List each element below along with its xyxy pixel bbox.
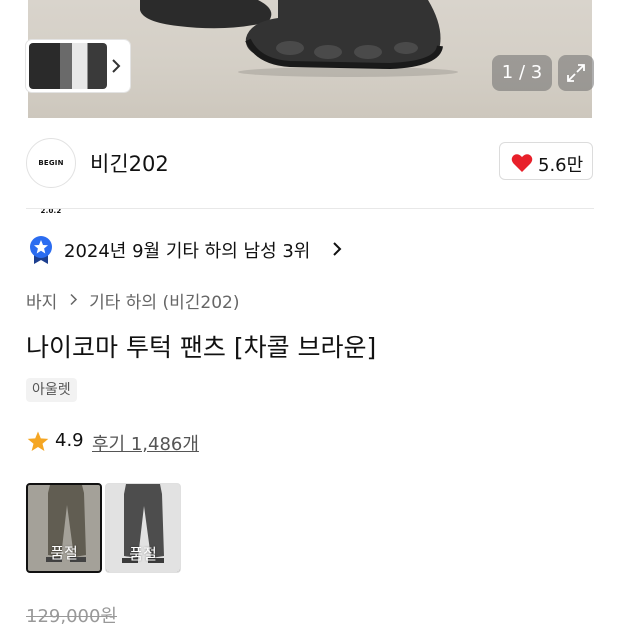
color-option-black[interactable]: 품절 [105, 483, 181, 573]
outlet-tag: 아울렛 [26, 378, 77, 402]
brand-logo[interactable]: BEGIN 2.0.2 [26, 138, 76, 215]
star-icon [27, 431, 49, 451]
product-title: 나이코마 투턱 팬츠 [차콜 브라운] [26, 333, 377, 362]
gallery-thumbnail-strip[interactable] [26, 40, 130, 92]
gallery-thumbnail[interactable] [29, 43, 107, 89]
review-count-link[interactable]: 후기 1,486개 [92, 430, 199, 456]
heart-icon [511, 154, 533, 172]
chevron-right-icon[interactable] [331, 241, 343, 257]
original-price: 129,000원 [26, 606, 117, 627]
breadcrumb-subcategory[interactable]: 기타 하의 (비긴202) [89, 293, 239, 313]
color-option-charcoal-brown[interactable]: 품절 [26, 483, 102, 573]
sold-out-label: 품절 [129, 545, 157, 563]
ranking-link[interactable]: 2024년 9월 기타 하의 남성 3위 [64, 237, 310, 263]
rating-value: 4.9 [55, 430, 84, 451]
rank-badge-icon [30, 236, 52, 264]
like-count: 5.6만 [538, 155, 584, 176]
sold-out-label: 품절 [50, 544, 78, 562]
brand-name[interactable]: 비긴202 [90, 148, 169, 178]
chevron-right-icon[interactable] [108, 56, 124, 76]
like-button[interactable]: 5.6만 [499, 142, 593, 180]
product-gallery[interactable]: 1 / 3 [0, 0, 620, 120]
chevron-right-icon [69, 291, 78, 311]
breadcrumb-category[interactable]: 바지 [26, 293, 57, 313]
expand-button[interactable] [558, 55, 594, 91]
image-counter: 1 / 3 [492, 55, 552, 91]
expand-icon [567, 64, 585, 82]
divider [26, 208, 594, 209]
breadcrumb: 바지 기타 하의 (비긴202) [26, 288, 239, 313]
